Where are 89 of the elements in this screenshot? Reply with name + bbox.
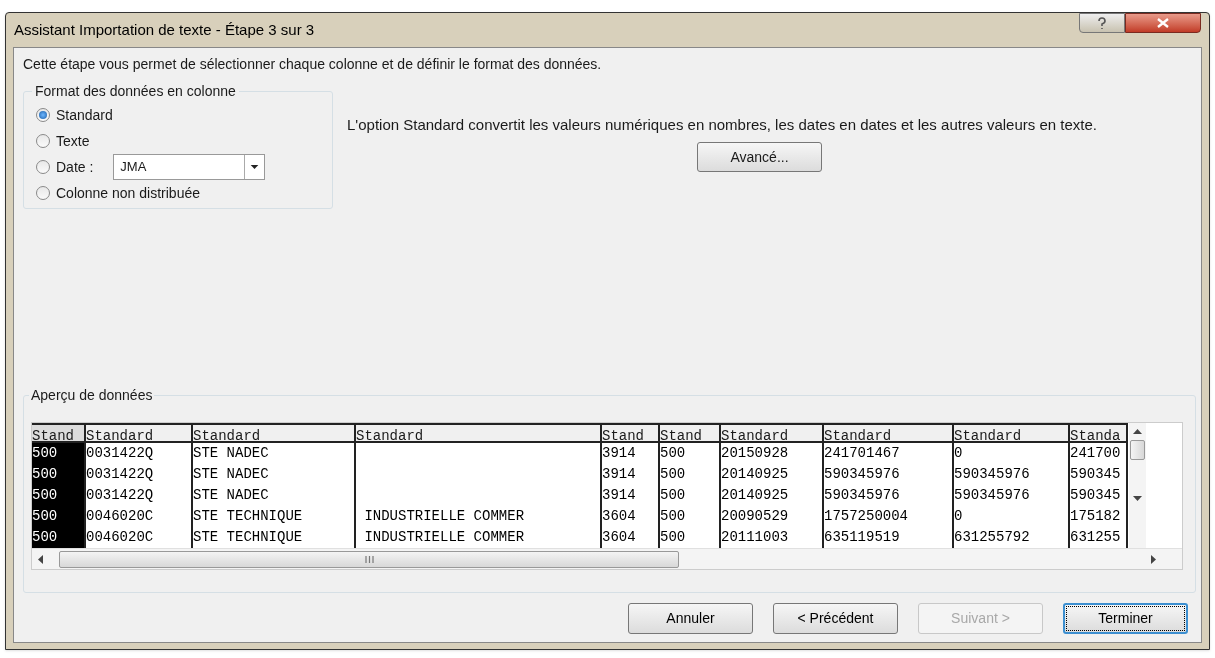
table-cell-text: 20140925 bbox=[721, 486, 790, 505]
table-cell-text: 500 bbox=[32, 486, 59, 505]
column-header[interactable]: Standard bbox=[193, 423, 354, 443]
grip-icon bbox=[364, 555, 374, 563]
column-header[interactable]: Stand bbox=[602, 423, 658, 443]
table-cell-text: 20140925 bbox=[721, 465, 790, 484]
table-cell-text: 500 bbox=[660, 507, 687, 526]
radio-button[interactable] bbox=[36, 186, 50, 200]
option-label[interactable]: Standard bbox=[56, 104, 113, 126]
scroll-up-icon bbox=[1133, 429, 1142, 434]
table-cell-text: 500 bbox=[32, 444, 59, 463]
date-format-dropdown[interactable]: JMA bbox=[113, 154, 266, 180]
dialog-button[interactable]: Terminer bbox=[1063, 603, 1188, 634]
table-cell-text: 590345976 bbox=[824, 465, 901, 484]
close-icon bbox=[1157, 18, 1169, 28]
table-cell-text: 500 bbox=[32, 465, 59, 484]
scroll-left-icon bbox=[38, 554, 43, 564]
group-title: Format des données en colonne bbox=[34, 82, 237, 101]
vertical-scrollbar[interactable] bbox=[1129, 423, 1146, 548]
instruction-text: Cette étape vous permet de sélectionner chaque colonne et de définir le format des données. bbox=[23, 55, 603, 74]
table-cell-text: 590345 bbox=[1070, 465, 1122, 484]
table-cell-text: 500 bbox=[660, 444, 687, 463]
column-header[interactable]: Standard bbox=[824, 423, 952, 443]
group-title: Aperçu de données bbox=[30, 386, 154, 405]
option-label[interactable]: Date : bbox=[56, 156, 94, 178]
scroll-down-icon bbox=[1133, 496, 1142, 501]
table-cell-text: 0031422Q bbox=[86, 465, 155, 484]
description-text: L'option Standard convertit les valeurs numériques en nombres, les dates en dates et les autres valeurs en texte. bbox=[347, 116, 1098, 133]
column-header[interactable]: Stand bbox=[660, 423, 719, 443]
table-cell-text: 20090529 bbox=[721, 507, 790, 526]
table-cell-text: 0031422Q bbox=[86, 444, 155, 463]
horizontal-scrollbar[interactable] bbox=[32, 548, 1182, 569]
table-cell-text: 241700 bbox=[1070, 444, 1122, 463]
table-cell-text: 3604 bbox=[602, 528, 637, 547]
table-cell-text: 175182 bbox=[1070, 507, 1122, 526]
table-cell-text: 3914 bbox=[602, 486, 637, 505]
help-icon bbox=[1097, 16, 1107, 30]
scroll-right-icon bbox=[1151, 554, 1156, 564]
scroll-thumb[interactable] bbox=[59, 550, 679, 568]
table-cell-text: 500 bbox=[660, 465, 687, 484]
table-cell-text: 0046020C bbox=[86, 528, 155, 547]
table-cell-text: 20111003 bbox=[721, 528, 790, 547]
table-cell-text: 635119519 bbox=[824, 528, 901, 547]
table-cell-text: INDUSTRIELLE COMMER bbox=[363, 528, 526, 547]
table-cell-text: 500 bbox=[660, 528, 687, 547]
help-button[interactable] bbox=[1079, 13, 1125, 33]
column-header[interactable]: Stand bbox=[32, 423, 84, 443]
option-label[interactable]: Texte bbox=[56, 130, 90, 152]
table-cell-text: 3914 bbox=[602, 465, 637, 484]
table-cell-text: 590345 bbox=[1070, 486, 1122, 505]
table-cell-text: STE NADEC bbox=[193, 444, 270, 463]
table-cell-text: 0046020C bbox=[86, 507, 155, 526]
dropdown-value: JMA bbox=[119, 158, 148, 177]
table-cell-text: 1757250004 bbox=[824, 507, 909, 526]
table-cell-text: 3914 bbox=[602, 444, 637, 463]
column-header[interactable]: Standard bbox=[721, 423, 822, 443]
table-cell-text: 631255792 bbox=[954, 528, 1031, 547]
table-cell-text: 590345976 bbox=[954, 465, 1031, 484]
table-cell-text: STE TECHNIQUE bbox=[193, 507, 304, 526]
column-header[interactable]: Standard bbox=[86, 423, 191, 443]
close-button[interactable] bbox=[1125, 13, 1201, 33]
dialog-button[interactable]: < Précédent bbox=[773, 603, 898, 634]
table-cell-text: 500 bbox=[660, 486, 687, 505]
table-cell-text: 20150928 bbox=[721, 444, 790, 463]
table-cell-text: 241701467 bbox=[824, 444, 901, 463]
table-cell-text: STE NADEC bbox=[193, 486, 270, 505]
window-title: Assistant Importation de texte - Étape 3 sur 3 bbox=[14, 19, 315, 40]
table-cell-text: STE NADEC bbox=[193, 465, 270, 484]
table-cell-text: 0031422Q bbox=[86, 486, 155, 505]
radio-button[interactable] bbox=[36, 134, 50, 148]
dialog-button[interactable]: Annuler bbox=[628, 603, 753, 634]
option-label[interactable]: Colonne non distribuée bbox=[56, 182, 200, 204]
table-cell-text: 590345976 bbox=[954, 486, 1031, 505]
radio-button[interactable] bbox=[36, 160, 50, 174]
column-header[interactable]: Standard bbox=[356, 423, 600, 443]
table-cell-text: 631255 bbox=[1070, 528, 1122, 547]
table-cell-text: 500 bbox=[32, 528, 59, 547]
table-cell-text: 0 bbox=[954, 507, 964, 526]
table-cell-text: 500 bbox=[32, 507, 59, 526]
scroll-thumb[interactable] bbox=[1130, 440, 1145, 460]
column-header[interactable]: Standard bbox=[954, 423, 1068, 443]
column-header[interactable]: Standa bbox=[1070, 423, 1126, 443]
radio-button[interactable] bbox=[36, 108, 50, 122]
table-cell-text: 0 bbox=[954, 444, 964, 463]
table-cell-text: 590345976 bbox=[824, 486, 901, 505]
advanced-button[interactable]: Avancé... bbox=[697, 142, 822, 172]
table-cell-text: STE TECHNIQUE bbox=[193, 528, 304, 547]
table-cell-text: INDUSTRIELLE COMMER bbox=[363, 507, 526, 526]
table-cell-text: 3604 bbox=[602, 507, 637, 526]
